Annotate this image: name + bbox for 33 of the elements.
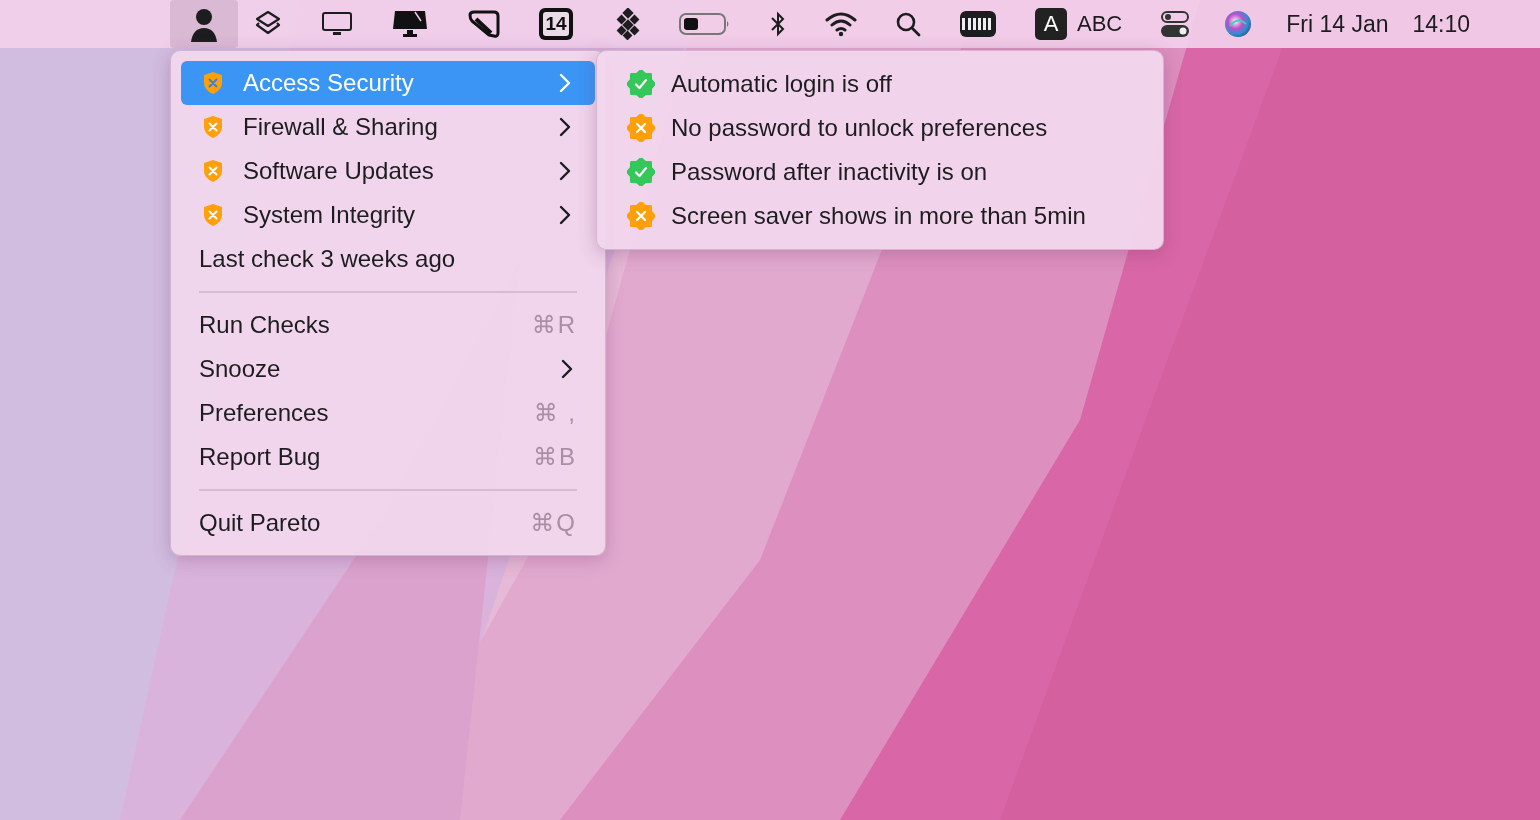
input-source-badge[interactable]: A bbox=[1035, 8, 1067, 40]
search-icon[interactable] bbox=[895, 11, 921, 37]
menu-item[interactable]: Preferences ⌘ , bbox=[181, 391, 595, 435]
monitor-icon[interactable] bbox=[391, 9, 429, 39]
menu-item[interactable]: Snooze bbox=[181, 347, 595, 391]
shortcut-text: ⌘ , bbox=[533, 399, 577, 427]
control-center-icon[interactable] bbox=[1160, 10, 1191, 38]
shortcut-text: ⌘Q bbox=[530, 509, 577, 537]
shortcut-text: ⌘B bbox=[533, 443, 577, 471]
menu-bar-clock[interactable]: 14:10 bbox=[1412, 10, 1471, 38]
menu-item[interactable]: Firewall & Sharing bbox=[181, 105, 595, 149]
menu-item[interactable]: System Integrity bbox=[181, 193, 595, 237]
menu-item[interactable]: Password after inactivity is on bbox=[627, 150, 1163, 194]
monitor-icon[interactable] bbox=[321, 10, 353, 38]
meter-icon[interactable] bbox=[959, 10, 997, 38]
menu-item[interactable]: Report Bug ⌘B bbox=[181, 435, 595, 479]
shortcut-text: ⌘R bbox=[531, 311, 577, 339]
orb-icon[interactable] bbox=[1224, 10, 1253, 38]
last-check-text: Last check 3 weeks ago bbox=[199, 245, 457, 273]
menu-item[interactable]: No password to unlock preferences bbox=[627, 106, 1163, 150]
dots-icon[interactable] bbox=[615, 8, 641, 40]
battery-icon[interactable] bbox=[679, 12, 731, 36]
wifi-icon[interactable] bbox=[825, 11, 857, 37]
menu-item[interactable]: Run Checks ⌘R bbox=[181, 303, 595, 347]
menu-item[interactable]: Software Updates bbox=[181, 149, 595, 193]
person-icon[interactable] bbox=[170, 0, 238, 48]
menu-bar-date[interactable]: Fri 14 Jan bbox=[1286, 10, 1389, 38]
input-source-label[interactable]: ABC bbox=[1077, 11, 1123, 37]
menu-item[interactable]: Quit Pareto ⌘Q bbox=[181, 501, 595, 545]
bluetooth-icon[interactable] bbox=[769, 10, 787, 38]
menu-item[interactable]: Automatic login is off bbox=[627, 62, 1163, 106]
menu-item[interactable]: Screen saver shows in more than 5min bbox=[627, 194, 1163, 238]
tag-icon[interactable] bbox=[467, 9, 501, 39]
